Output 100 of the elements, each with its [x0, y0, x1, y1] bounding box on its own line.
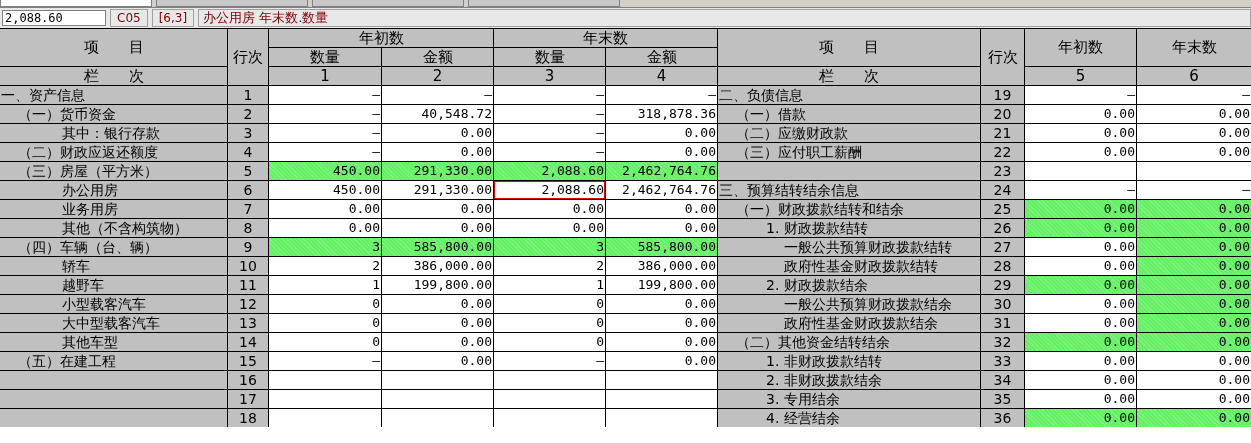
table-cell[interactable]	[494, 371, 605, 389]
table-cell[interactable]: 3	[494, 238, 605, 256]
table-cell[interactable]: —	[494, 124, 605, 142]
table-cell[interactable]: —	[269, 352, 381, 370]
table-cell[interactable]: 0	[494, 314, 605, 332]
table-cell[interactable]: 199,800.00	[382, 276, 493, 294]
table-cell[interactable]: 199,800.00	[606, 276, 717, 294]
table-cell[interactable]: 0.00	[1025, 352, 1136, 370]
table-cell[interactable]: 2,088.60	[494, 162, 605, 180]
table-cell[interactable]	[269, 390, 381, 408]
table-cell[interactable]: 0	[494, 333, 605, 351]
table-cell[interactable]: 291,330.00	[382, 181, 493, 199]
table-cell[interactable]: —	[269, 124, 381, 142]
table-cell[interactable]: 0.00	[1025, 371, 1136, 389]
table-cell[interactable]: 0.00	[382, 333, 493, 351]
table-cell[interactable]: 0.00	[1025, 390, 1136, 408]
table-cell[interactable]: 0.00	[1137, 200, 1251, 218]
cell-value-field[interactable]: 2,088.60	[2, 10, 106, 26]
table-cell[interactable]: 0.00	[1025, 219, 1136, 237]
table-cell[interactable]: 0.00	[382, 124, 493, 142]
table-cell[interactable]	[269, 409, 381, 427]
table-cell[interactable]: 0.00	[494, 200, 605, 218]
table-cell[interactable]: 0.00	[606, 124, 717, 142]
table-cell[interactable]	[382, 409, 493, 427]
table-cell[interactable]: 0.00	[1137, 409, 1251, 427]
sheet-tab[interactable]	[0, 0, 152, 7]
table-cell[interactable]: 2	[269, 257, 381, 275]
table-cell[interactable]: 0.00	[606, 143, 717, 161]
table-cell[interactable]: 2	[494, 257, 605, 275]
table-cell[interactable]: 2,462,764.76	[606, 162, 717, 180]
table-cell[interactable]	[1137, 162, 1251, 180]
table-cell[interactable]: 0	[269, 333, 381, 351]
table-cell[interactable]: —	[382, 86, 493, 104]
table-cell[interactable]: 0.00	[1137, 238, 1251, 256]
table-cell[interactable]: 0.00	[1137, 314, 1251, 332]
table-cell[interactable]: 0.00	[382, 314, 493, 332]
table-cell[interactable]: —	[494, 352, 605, 370]
table-cell[interactable]: —	[494, 86, 605, 104]
table-cell[interactable]: 0.00	[606, 219, 717, 237]
table-cell[interactable]: 0.00	[606, 333, 717, 351]
table-cell[interactable]: 0.00	[1137, 295, 1251, 313]
table-cell[interactable]: 0	[494, 295, 605, 313]
table-cell[interactable]	[606, 371, 717, 389]
table-cell[interactable]: 2,088.60	[494, 181, 605, 199]
table-cell[interactable]: 0.00	[382, 143, 493, 161]
table-cell[interactable]	[494, 390, 605, 408]
table-cell[interactable]: —	[494, 143, 605, 161]
table-cell[interactable]	[269, 371, 381, 389]
table-cell[interactable]: 386,000.00	[382, 257, 493, 275]
table-cell[interactable]: 0	[269, 314, 381, 332]
table-cell[interactable]: 0.00	[1025, 257, 1136, 275]
table-cell[interactable]: 0.00	[606, 352, 717, 370]
table-cell[interactable]: 0.00	[1137, 143, 1251, 161]
table-cell[interactable]: —	[1025, 181, 1136, 199]
table-cell[interactable]: 0.00	[1025, 314, 1136, 332]
table-cell[interactable]: 0.00	[1137, 124, 1251, 142]
table-cell[interactable]: 40,548.72	[382, 105, 493, 123]
table-cell[interactable]: 0.00	[382, 219, 493, 237]
table-cell[interactable]	[382, 371, 493, 389]
table-cell[interactable]: 0.00	[269, 200, 381, 218]
table-cell[interactable]: 0.00	[606, 295, 717, 313]
table-cell[interactable]: 0.00	[269, 219, 381, 237]
table-cell[interactable]: 585,800.00	[606, 238, 717, 256]
table-cell[interactable]: —	[269, 105, 381, 123]
table-cell[interactable]: 0.00	[1025, 333, 1136, 351]
table-cell[interactable]: 0.00	[494, 219, 605, 237]
table-cell[interactable]: 585,800.00	[382, 238, 493, 256]
table-cell[interactable]: 450.00	[269, 181, 381, 199]
table-cell[interactable]: 386,000.00	[606, 257, 717, 275]
table-cell[interactable]: 0.00	[606, 314, 717, 332]
sheet-tab[interactable]	[312, 0, 464, 7]
table-cell[interactable]: 0.00	[1025, 200, 1136, 218]
table-cell[interactable]: 0.00	[1137, 105, 1251, 123]
table-cell[interactable]: —	[1137, 181, 1251, 199]
table-cell[interactable]: —	[1137, 86, 1251, 104]
sheet-tab[interactable]	[468, 0, 620, 7]
table-cell[interactable]: —	[1025, 86, 1136, 104]
table-cell[interactable]: 0.00	[1137, 333, 1251, 351]
table-cell[interactable]: —	[269, 86, 381, 104]
table-cell[interactable]: 0.00	[1025, 409, 1136, 427]
table-cell[interactable]: 291,330.00	[382, 162, 493, 180]
table-cell[interactable]: 0.00	[606, 200, 717, 218]
sheet-tab[interactable]	[156, 0, 308, 7]
table-cell[interactable]	[1025, 162, 1136, 180]
table-cell[interactable]	[606, 390, 717, 408]
table-cell[interactable]: —	[494, 105, 605, 123]
table-cell[interactable]: 3	[269, 238, 381, 256]
table-cell[interactable]: 0.00	[1137, 219, 1251, 237]
table-cell[interactable]: 450.00	[269, 162, 381, 180]
table-cell[interactable]: 0.00	[1025, 105, 1136, 123]
table-cell[interactable]	[382, 390, 493, 408]
table-cell[interactable]	[606, 409, 717, 427]
table-cell[interactable]: 318,878.36	[606, 105, 717, 123]
table-cell[interactable]: 0.00	[1137, 257, 1251, 275]
table-cell[interactable]: 0.00	[382, 352, 493, 370]
table-cell[interactable]: 0.00	[1025, 276, 1136, 294]
table-cell[interactable]	[494, 409, 605, 427]
table-cell[interactable]: 0.00	[382, 295, 493, 313]
table-cell[interactable]: 1	[269, 276, 381, 294]
table-cell[interactable]: 0.00	[1137, 276, 1251, 294]
